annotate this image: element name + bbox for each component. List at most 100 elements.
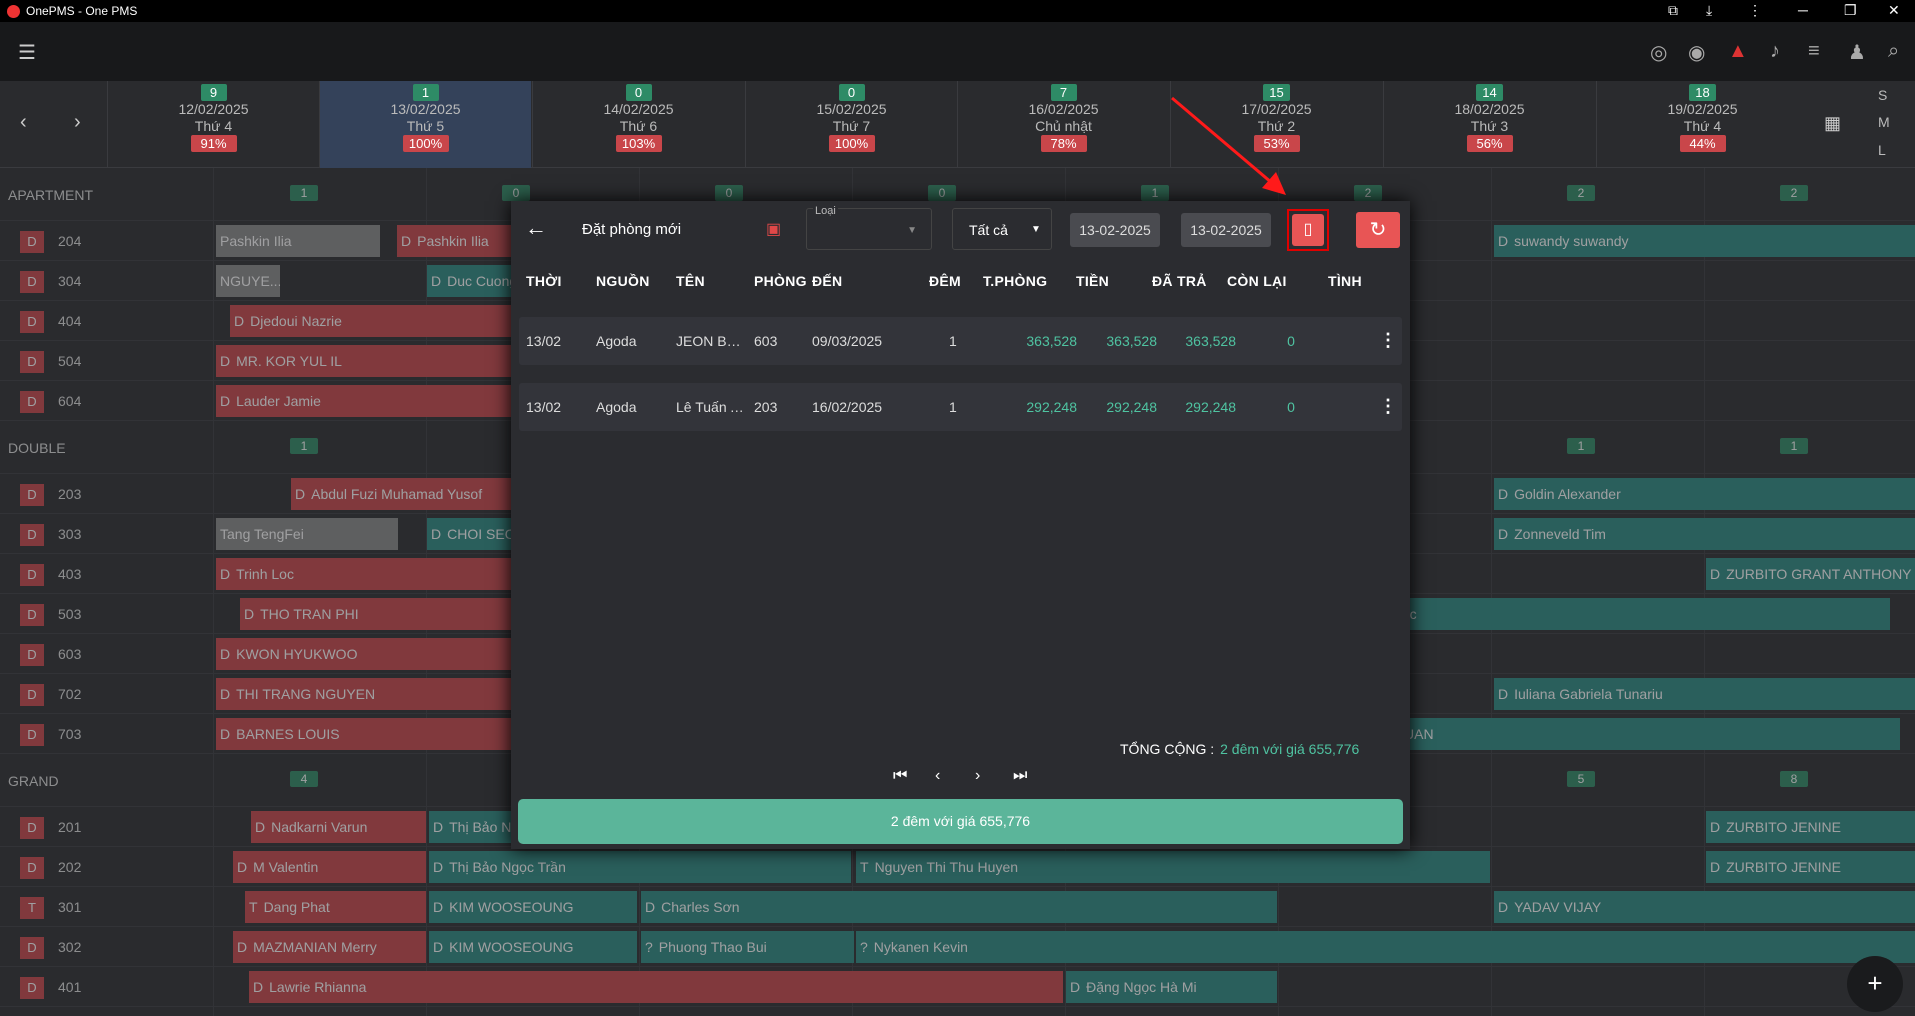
booking-prefix: D [433, 859, 444, 875]
close-icon[interactable]: ✕ [1888, 2, 1900, 19]
booking-bar[interactable]: D Duc Cuong [427, 265, 517, 297]
first-page-icon[interactable]: ⏮ [893, 767, 907, 785]
type-select[interactable]: Loại ▼ [806, 205, 932, 250]
booking-bar[interactable]: D MAZMANIAN Merry [233, 931, 426, 963]
booking-bar[interactable]: D M Valentin [233, 851, 426, 883]
booking-bar[interactable]: D THI TRANG NGUYEN [216, 678, 516, 710]
booking-bar[interactable]: Pashkin Ilia [216, 225, 380, 257]
row-menu-icon[interactable]: ⋮ [1379, 396, 1397, 417]
last-page-icon[interactable]: ⏭ [1013, 767, 1027, 785]
next-week-icon[interactable]: › [74, 111, 81, 134]
date-column[interactable]: 0 15/02/2025 Thứ 7 100% [745, 81, 957, 168]
booking-bar[interactable]: D Zonneveld Tim [1494, 518, 1915, 550]
prev-page-icon[interactable]: ‹ [935, 767, 940, 785]
warning-icon[interactable]: ▲ [1728, 40, 1748, 63]
booking-bar[interactable]: D THO TRAN PHI [240, 598, 520, 630]
booking-bar[interactable]: D Đặng Ngọc Hà Mi [1066, 971, 1277, 1003]
add-user-icon[interactable]: ♟ [1848, 40, 1866, 65]
add-fab-button[interactable]: + [1847, 956, 1903, 1012]
minimize-icon[interactable]: ─ [1798, 2, 1808, 18]
date-to-field[interactable]: 13-02-2025 [1181, 213, 1271, 247]
booking-bar[interactable]: D Djedoui Nazrie [230, 305, 530, 337]
list-icon[interactable]: ≡ [1808, 40, 1820, 63]
booking-bar[interactable]: D Thị Bảo N [429, 811, 517, 843]
booking-bar[interactable]: D CHOI SEO [427, 518, 517, 550]
booking-bar[interactable]: D MR. KOR YUL IL [216, 345, 516, 377]
table-cell: 292,248 [1106, 399, 1157, 415]
filter-select[interactable]: Tất cả ▼ [952, 208, 1052, 250]
search-icon[interactable]: ⌕ [1888, 40, 1899, 63]
no-card-icon[interactable]: ▣ [766, 219, 781, 239]
date-column[interactable]: 1 13/02/2025 Thứ 5 100% [319, 81, 531, 168]
room-number: 604 [58, 393, 82, 409]
dialog-title: Đặt phòng mới [582, 221, 682, 238]
booking-bar[interactable]: D Trinh Loc [216, 558, 516, 590]
row-menu-icon[interactable]: ⋮ [1379, 330, 1397, 351]
booking-table-row[interactable]: 13/02 Agoda Lê Tuấn Anh 203 16/02/2025 1 292,2… [519, 383, 1402, 431]
date-column[interactable]: 7 16/02/2025 Chủ nhật 78% [957, 81, 1169, 168]
booking-bar[interactable]: T Nguyen Thi Thu Huyen [856, 851, 1490, 883]
size-m[interactable]: M [1878, 114, 1890, 130]
download-icon[interactable]: ⤓ [1706, 2, 1712, 19]
booking-bar[interactable]: D KIM WOOSEOUNG [429, 891, 637, 923]
booking-guest-name: Duc Cuong [447, 273, 517, 289]
booking-bar[interactable]: D ZURBITO JENINE [1706, 851, 1915, 883]
eye-icon[interactable]: ◉ [1688, 40, 1705, 65]
occupancy-badge: 56% [1466, 135, 1513, 152]
size-s[interactable]: S [1878, 87, 1887, 103]
date-column[interactable]: 9 12/02/2025 Thứ 4 91% [107, 81, 319, 168]
booking-bar[interactable]: D Nadkarni Varun [251, 811, 426, 843]
booking-bar[interactable]: Tang TengFei [216, 518, 398, 550]
booking-bar[interactable]: Dsuwandy suwandy [1494, 225, 1915, 257]
booking-bar[interactable]: ? Nykanen Kevin [856, 931, 1915, 963]
menu-icon[interactable]: ☰ [18, 40, 36, 65]
back-arrow-icon[interactable]: ← [525, 215, 547, 241]
booking-bar[interactable]: D Charles Sơn [641, 891, 1277, 923]
date-column[interactable]: 18 19/02/2025 Thứ 4 44% [1596, 81, 1808, 168]
booking-bar[interactable]: D Thị Bảo Ngọc Trần [429, 851, 851, 883]
size-l[interactable]: L [1878, 142, 1886, 158]
booking-bar[interactable]: ? Phuong Thao Bui [641, 931, 854, 963]
booking-bar[interactable]: D BARNES LOUIS [216, 718, 516, 750]
refresh-button[interactable]: ↻ [1356, 212, 1400, 248]
extension-icon[interactable]: ⧉ [1668, 2, 1678, 19]
date-column[interactable]: 14 18/02/2025 Thứ 3 56% [1383, 81, 1595, 168]
date-from-field[interactable]: 13-02-2025 [1070, 213, 1160, 247]
bell-icon[interactable]: ♪ [1770, 40, 1780, 63]
next-page-icon[interactable]: › [975, 767, 980, 785]
booking-bar[interactable]: D Pashkin Ilia [397, 225, 517, 257]
confirm-booking-button[interactable]: 2 đêm với giá 655,776 [518, 799, 1403, 844]
booking-bar[interactable]: T Dang Phat [245, 891, 426, 923]
booking-bar[interactable]: D Lawrie Rhianna [249, 971, 1063, 1003]
booking-guest-name: Zonneveld Tim [1514, 526, 1606, 542]
date-column[interactable]: 0 14/02/2025 Thứ 6 103% [532, 81, 744, 168]
fingerprint-icon[interactable]: ◎ [1650, 40, 1667, 65]
weekday-label: Chủ nhật [1035, 118, 1092, 134]
booking-guest-name: suwandy suwandy [1514, 233, 1629, 249]
booking-guest-name: Thị Bảo N [449, 819, 512, 835]
calendar-icon[interactable]: ▦ [1824, 113, 1841, 134]
booking-bar[interactable]: D Abdul Fuzi Muhamad Yusof [291, 478, 531, 510]
restore-icon[interactable]: ❐ [1844, 2, 1857, 19]
booking-bar[interactable]: D ZURBITO JENINE [1706, 811, 1915, 843]
booking-bar[interactable]: D Goldin Alexander [1494, 478, 1915, 510]
booking-bar[interactable]: goc [1390, 598, 1890, 630]
booking-bar[interactable]: D Iuliana Gabriela Tunariu [1494, 678, 1915, 710]
booking-bar[interactable]: D KIM WOOSEOUNG [429, 931, 637, 963]
booking-table-row[interactable]: 13/02 Agoda JEON BYUNG 603 09/03/2025 1 363,52… [519, 317, 1402, 365]
more-vert-icon[interactable]: ⋮ [1748, 2, 1762, 19]
booking-bar[interactable]: UAN [1400, 718, 1900, 750]
weekday-label: Thứ 3 [1470, 118, 1509, 134]
booking-prefix: D [237, 859, 248, 875]
booking-bar[interactable]: D YADAV VIJAY [1494, 891, 1915, 923]
booking-bar[interactable]: D KWON HYUKWOO [216, 638, 516, 670]
export-document-button[interactable]: ▯ [1287, 209, 1329, 251]
booking-bar[interactable]: D Lauder Jamie [216, 385, 516, 417]
date-column[interactable]: 15 17/02/2025 Thứ 2 53% [1170, 81, 1382, 168]
booking-prefix: D [433, 819, 444, 835]
prev-week-icon[interactable]: ‹ [20, 111, 27, 134]
booking-bar[interactable]: D ZURBITO GRANT ANTHONY [1706, 558, 1915, 590]
total-label: TỔNG CỘNG : [1120, 741, 1215, 757]
booking-bar[interactable]: NGUYE... [216, 265, 280, 297]
category-count: 0 [928, 185, 956, 201]
